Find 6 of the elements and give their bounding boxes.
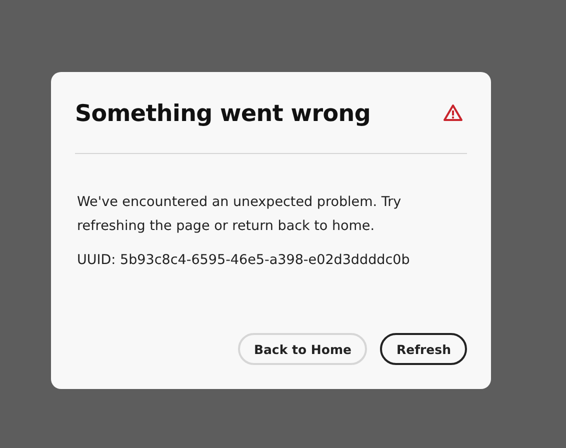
error-message: We've encountered an unexpected problem. Try refreshing the page or return back to home. (77, 193, 402, 236)
dialog-title: Something went wrong (75, 100, 370, 126)
uuid-text: UUID: 5b93c8c4-6595-46e5-a398-e02d3ddddc0b (77, 252, 411, 268)
back-home-button[interactable]: Back to Home (238, 333, 368, 365)
warning-icon (443, 102, 463, 122)
refresh-button[interactable]: Refresh (380, 333, 467, 365)
